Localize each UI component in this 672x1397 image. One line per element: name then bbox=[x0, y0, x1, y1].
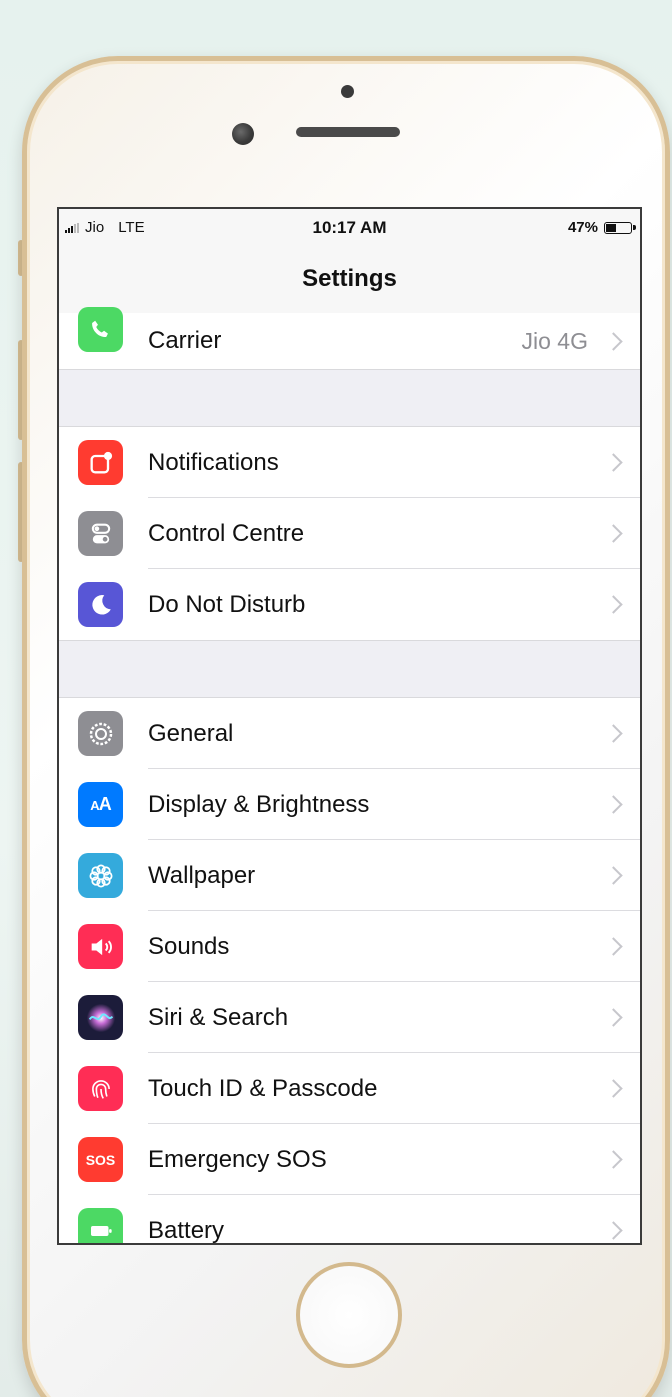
settings-row-label: Carrier bbox=[148, 327, 222, 354]
text-size-icon: AA bbox=[78, 782, 123, 827]
device-frame: Jio LTE 10:17 AM 47% Settings Carrier Jio… bbox=[0, 0, 672, 1397]
status-right: 47% bbox=[567, 219, 636, 236]
settings-row-emergency-sos[interactable]: SOS Emergency SOS bbox=[59, 1124, 640, 1195]
chevron-right-icon bbox=[604, 524, 623, 543]
battery-percent: 47% bbox=[567, 219, 598, 236]
settings-row-battery[interactable]: Battery bbox=[59, 1195, 640, 1244]
settings-list: Carrier Jio 4G Notifications Control Centre… bbox=[59, 307, 640, 1244]
section-gap bbox=[59, 641, 640, 697]
status-time: 10:17 AM bbox=[312, 218, 387, 237]
settings-group: Carrier Jio 4G bbox=[59, 307, 640, 370]
navigation-bar: Settings bbox=[59, 249, 640, 314]
settings-row-label: Control Centre bbox=[148, 519, 305, 547]
chevron-right-icon bbox=[604, 453, 623, 472]
page-title: Settings bbox=[302, 265, 397, 292]
earpiece-speaker bbox=[296, 127, 400, 137]
chevron-right-icon bbox=[604, 795, 623, 814]
settings-row-control-centre[interactable]: Control Centre bbox=[59, 498, 640, 569]
notifications-icon bbox=[78, 440, 123, 485]
settings-row-siri-and-search[interactable]: Siri & Search bbox=[59, 982, 640, 1053]
settings-row-label: Emergency SOS bbox=[148, 1145, 327, 1173]
section-gap bbox=[59, 370, 640, 426]
settings-row-notifications[interactable]: Notifications bbox=[59, 427, 640, 498]
chevron-right-icon bbox=[604, 331, 623, 351]
settings-group: General AA Display & Brightness Wallpaper So… bbox=[59, 697, 640, 1244]
chevron-right-icon bbox=[604, 1008, 623, 1027]
home-button[interactable] bbox=[296, 1262, 402, 1368]
toggles-icon bbox=[78, 511, 123, 556]
sos-icon: SOS bbox=[78, 1137, 123, 1182]
proximity-sensor bbox=[341, 85, 354, 98]
battery-status-icon bbox=[604, 221, 636, 234]
settings-row-label: Display & Brightness bbox=[148, 790, 370, 818]
settings-row-display-and-brightness[interactable]: AA Display & Brightness bbox=[59, 769, 640, 840]
chevron-right-icon bbox=[604, 866, 623, 885]
siri-icon bbox=[78, 995, 123, 1040]
settings-row-label: Notifications bbox=[148, 448, 279, 476]
settings-row-do-not-disturb[interactable]: Do Not Disturb bbox=[59, 569, 640, 640]
settings-group: Notifications Control Centre Do Not Distur… bbox=[59, 426, 640, 641]
speaker-icon bbox=[78, 924, 123, 969]
moon-icon bbox=[78, 582, 123, 627]
settings-row-value: Jio 4G bbox=[521, 327, 588, 354]
gear-icon bbox=[78, 711, 123, 756]
fingerprint-icon bbox=[78, 1066, 123, 1111]
front-camera bbox=[232, 123, 254, 145]
settings-row-carrier[interactable]: Carrier Jio 4G bbox=[59, 307, 640, 369]
settings-row-general[interactable]: General bbox=[59, 698, 640, 769]
screen: Jio LTE 10:17 AM 47% Settings Carrier Jio… bbox=[57, 207, 642, 1245]
battery-icon bbox=[78, 1208, 123, 1243]
settings-row-touch-id-and-passcode[interactable]: Touch ID & Passcode bbox=[59, 1053, 640, 1124]
sos-icon-text: SOS bbox=[85, 1151, 116, 1168]
phone-icon bbox=[78, 307, 123, 352]
settings-row-label: General bbox=[148, 719, 234, 747]
settings-row-sounds[interactable]: Sounds bbox=[59, 911, 640, 982]
chevron-right-icon bbox=[604, 1150, 623, 1169]
chevron-right-icon bbox=[604, 724, 623, 743]
settings-row-label: Battery bbox=[148, 1216, 225, 1244]
settings-row-label: Wallpaper bbox=[148, 861, 256, 889]
chevron-right-icon bbox=[604, 1079, 623, 1098]
settings-row-wallpaper[interactable]: Wallpaper bbox=[59, 840, 640, 911]
chevron-right-icon bbox=[604, 937, 623, 956]
settings-row-label: Siri & Search bbox=[148, 1003, 289, 1031]
chevron-right-icon bbox=[604, 595, 623, 614]
chevron-right-icon bbox=[604, 1221, 623, 1240]
status-bar: Jio LTE 10:17 AM 47% bbox=[59, 209, 640, 249]
flower-icon bbox=[78, 853, 123, 898]
settings-row-label: Sounds bbox=[148, 932, 230, 960]
settings-row-label: Touch ID & Passcode bbox=[148, 1074, 378, 1102]
settings-row-label: Do Not Disturb bbox=[148, 590, 306, 618]
